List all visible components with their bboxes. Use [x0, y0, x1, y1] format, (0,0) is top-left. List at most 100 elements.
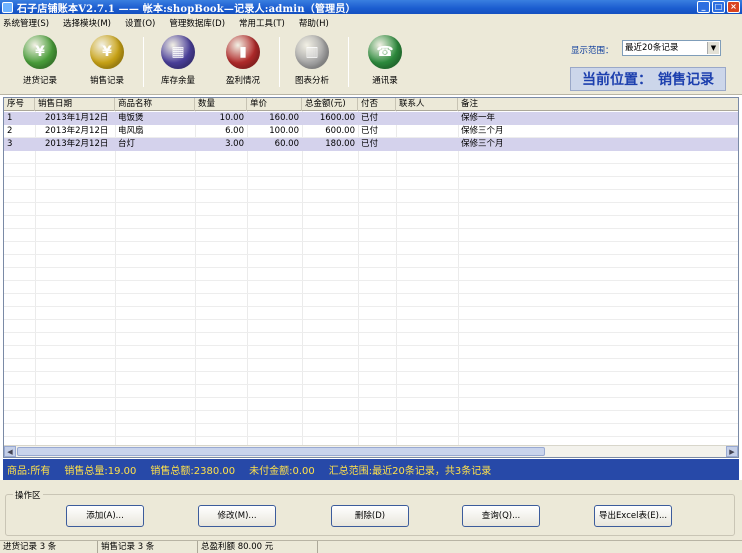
title-bar: 石子店铺账本V2.7.1 —— 帐本:shopBook—记录人:admin（管理…	[0, 0, 742, 15]
toolbar-separator	[279, 37, 280, 87]
cell-quantity: 3.00	[225, 139, 244, 149]
column-header[interactable]: 总金额(元)	[302, 98, 358, 111]
edit-button[interactable]: 修改(M)...	[198, 505, 276, 527]
cell-note: 保修三个月	[461, 126, 504, 136]
menu-select-module[interactable]: 选择模块(M)	[63, 17, 111, 29]
operation-legend: 操作区	[13, 489, 43, 501]
location-label: 当前位置：	[582, 72, 652, 88]
grid-line	[4, 163, 738, 164]
cell-contact	[396, 138, 458, 151]
summary-total-quantity: 销售总量:19.00	[64, 466, 137, 477]
grid-line	[115, 111, 116, 445]
profit-button[interactable]: ▮ 盈利情况	[215, 35, 271, 86]
grid-line	[4, 241, 738, 242]
cell-paid: 已付	[361, 126, 379, 136]
status-empty	[318, 541, 742, 553]
column-header[interactable]: 联系人	[396, 98, 458, 111]
column-header[interactable]: 付否	[358, 98, 396, 111]
column-header[interactable]: 销售日期	[35, 98, 115, 111]
chevron-down-icon[interactable]: ▼	[707, 42, 719, 54]
minimize-button[interactable]: _	[697, 1, 710, 13]
menu-system[interactable]: 系统管理(S)	[3, 17, 49, 29]
purchase-record-button[interactable]: ¥ 进货记录	[12, 35, 68, 86]
column-header[interactable]: 序号	[4, 98, 35, 111]
tool-label: 库存余量	[160, 76, 195, 86]
grid-line	[195, 111, 196, 445]
window-title: 石子店铺账本V2.7.1 —— 帐本:shopBook—记录人:admin（管理…	[17, 3, 356, 15]
cell-total: 1600.00	[319, 113, 355, 123]
column-header[interactable]: 备注	[458, 98, 738, 111]
cell-price: 100.00	[269, 126, 299, 136]
scroll-right-icon[interactable]: ▶	[726, 446, 738, 457]
cell-price: 60.00	[274, 139, 299, 149]
range-label: 显示范围：	[571, 46, 614, 56]
grid-line	[4, 202, 738, 203]
scroll-thumb[interactable]	[17, 447, 545, 456]
cell-date: 2013年2月12日	[45, 126, 109, 136]
grid-line	[4, 215, 738, 216]
toolbar: ¥ 进货记录 ¥ 销售记录 ▦ 库存余量 ▮ 盈利情况 ▥ 图表分析 ☎ 通讯录…	[0, 31, 742, 95]
column-header[interactable]: 数量	[195, 98, 247, 111]
cell-paid: 已付	[361, 139, 379, 149]
summary-total-amount: 销售总额:2380.00	[150, 466, 236, 477]
location-value: 销售记录	[658, 72, 714, 88]
grid-line	[4, 397, 738, 398]
grid-line	[4, 358, 738, 359]
horizontal-scrollbar[interactable]: ◀ ▶	[4, 445, 738, 457]
inventory-icon: ▦	[161, 35, 195, 69]
maximize-button[interactable]: □	[712, 1, 725, 13]
cell-product: 电风扇	[118, 126, 144, 136]
grid-line	[35, 111, 36, 445]
inventory-button[interactable]: ▦ 库存余量	[150, 35, 206, 86]
grid-line	[396, 111, 397, 445]
table-row[interactable]: 3 2013年2月12日 台灯 3.00 60.00 180.00 已付 保修三…	[4, 138, 738, 151]
menu-settings[interactable]: 设置(O)	[125, 17, 155, 29]
grid-line	[4, 332, 738, 333]
grid-line	[4, 371, 738, 372]
range-select[interactable]: 最近20条记录 ▼	[622, 40, 721, 56]
grid-line	[458, 111, 459, 445]
toolbar-separator	[348, 37, 349, 87]
tool-label: 图表分析	[294, 76, 329, 86]
cell-quantity: 10.00	[219, 113, 244, 123]
status-purchase-count: 进货记录 3 条	[0, 541, 98, 553]
grid-line	[4, 384, 738, 385]
column-header[interactable]: 单价	[247, 98, 302, 111]
sales-table[interactable]: 序号 销售日期 商品名称 数量 单价 总金额(元) 付否 联系人 备注 1 20…	[3, 97, 739, 458]
add-button[interactable]: 添加(A)...	[66, 505, 144, 527]
cell-quantity: 6.00	[225, 126, 244, 136]
phone-book-button[interactable]: ☎ 通讯录	[357, 35, 413, 86]
close-button[interactable]: ×	[727, 1, 740, 13]
column-header[interactable]: 商品名称	[115, 98, 195, 111]
chart-analysis-button[interactable]: ▥ 图表分析	[284, 35, 340, 86]
query-button[interactable]: 查询(Q)...	[462, 505, 540, 527]
table-row[interactable]: 2 2013年2月12日 电风扇 6.00 100.00 600.00 已付 保…	[4, 125, 738, 138]
table-header: 序号 销售日期 商品名称 数量 单价 总金额(元) 付否 联系人 备注	[4, 98, 738, 111]
grid-line	[4, 254, 738, 255]
grid-line	[302, 111, 303, 445]
cell-note: 保修三个月	[461, 139, 504, 149]
current-location: 当前位置： 销售记录	[570, 67, 726, 91]
table-row[interactable]: 1 2013年1月12日 电饭煲 10.00 160.00 1600.00 已付…	[4, 112, 738, 125]
export-excel-button[interactable]: 导出Excel表(E)...	[594, 505, 672, 527]
cell-id: 1	[7, 113, 13, 123]
tool-label: 盈利情况	[225, 76, 260, 86]
grid-line	[4, 410, 738, 411]
profit-icon: ▮	[226, 35, 260, 69]
grid-line	[4, 423, 738, 424]
scroll-left-icon[interactable]: ◀	[4, 446, 16, 457]
menu-tools[interactable]: 常用工具(T)	[239, 17, 285, 29]
summary-bar: 商品:所有 销售总量:19.00 销售总额:2380.00 未付金额:0.00 …	[3, 459, 739, 480]
sales-record-button[interactable]: ¥ 销售记录	[79, 35, 135, 86]
cell-note: 保修一年	[461, 113, 496, 123]
menu-help[interactable]: 帮助(H)	[299, 17, 329, 29]
menu-manage-database[interactable]: 管理数据库(D)	[169, 17, 225, 29]
tool-label: 销售记录	[89, 76, 124, 86]
grid-line	[4, 280, 738, 281]
range-value: 最近20条记录	[625, 43, 679, 53]
sales-record-icon: ¥	[90, 35, 124, 69]
grid-line	[4, 306, 738, 307]
delete-button[interactable]: 删除(D)	[331, 505, 409, 527]
grid-line	[4, 228, 738, 229]
cell-id: 2	[7, 126, 13, 136]
